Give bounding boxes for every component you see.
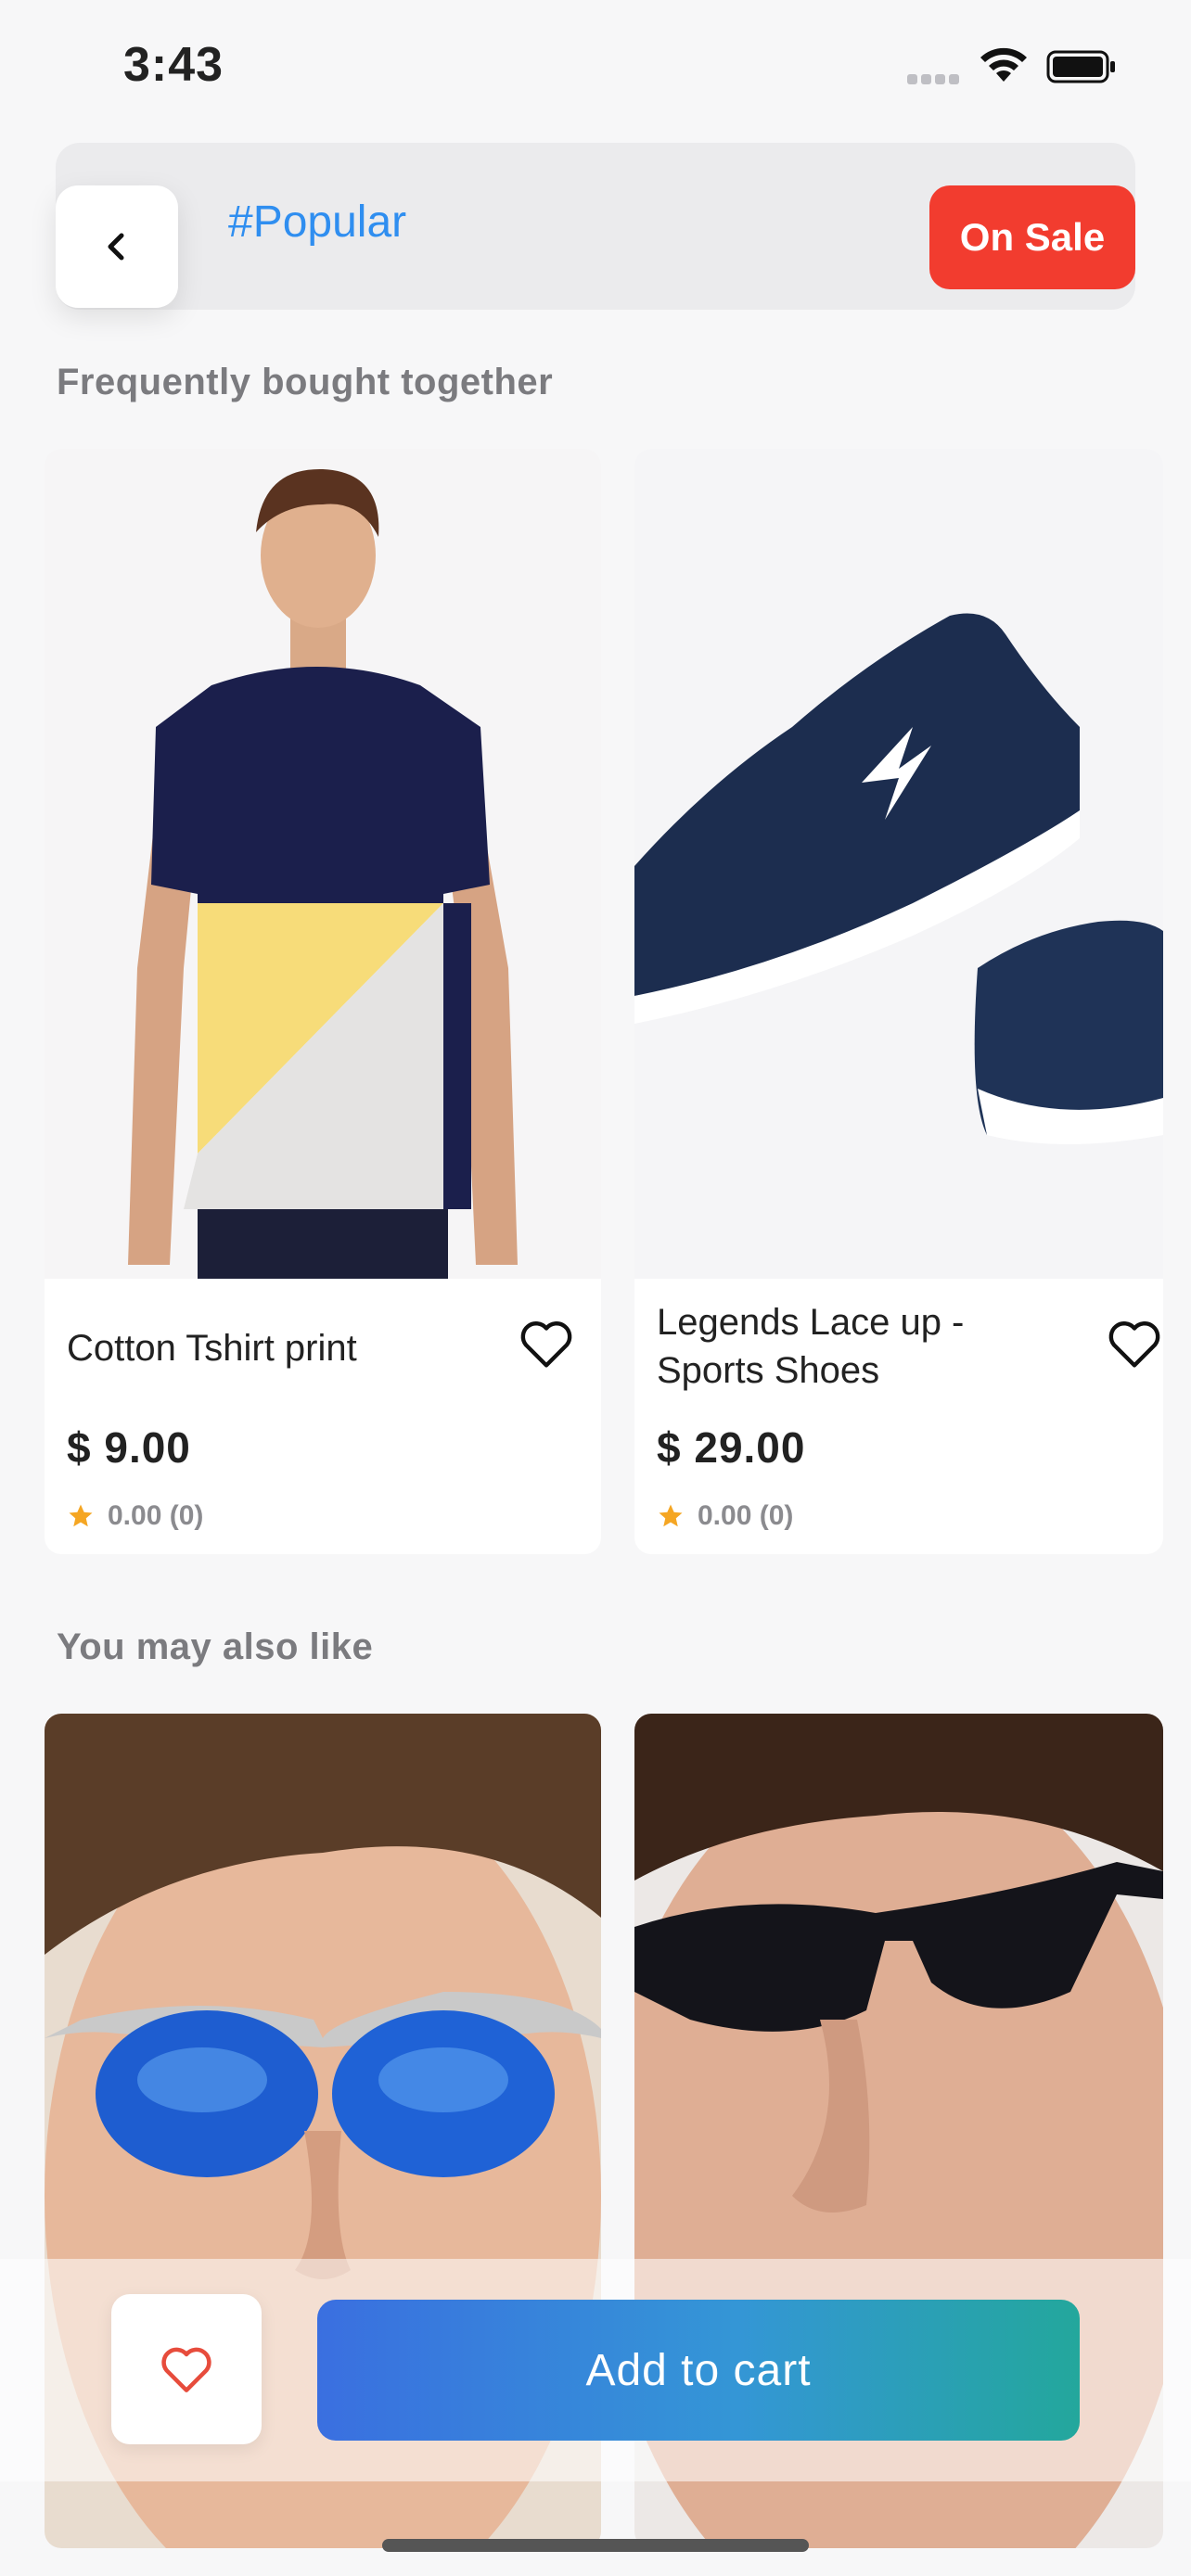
cellular-signal-icon bbox=[907, 72, 963, 84]
heart-outline-icon[interactable] bbox=[1104, 1313, 1163, 1374]
you-may-also-like-title: You may also like bbox=[57, 1626, 374, 1667]
wishlist-button[interactable] bbox=[111, 2294, 262, 2444]
chevron-left-icon bbox=[108, 233, 124, 261]
frequently-bought-title: Frequently bought together bbox=[57, 362, 554, 402]
product-card[interactable]: Cotton Tshirt print $ 9.00 0.00 (0) bbox=[45, 449, 601, 1554]
product-price: $ 29.00 bbox=[657, 1423, 806, 1472]
tag-popular[interactable]: #Popular bbox=[228, 197, 406, 248]
product-rating: 0.00 (0) bbox=[67, 1500, 203, 1532]
product-rating: 0.00 (0) bbox=[657, 1500, 793, 1532]
back-button[interactable] bbox=[56, 185, 178, 308]
heart-outline-icon bbox=[161, 2347, 211, 2392]
wifi-icon bbox=[980, 47, 1027, 82]
status-bar: 3:43 bbox=[0, 0, 1191, 130]
product-name: Legends Lace up - Sports Shoes bbox=[657, 1302, 965, 1391]
rating-text: 0.00 (0) bbox=[108, 1500, 204, 1531]
on-sale-badge[interactable]: On Sale bbox=[929, 185, 1135, 289]
battery-icon bbox=[1046, 50, 1115, 83]
heart-outline-icon[interactable] bbox=[516, 1313, 577, 1374]
star-icon bbox=[659, 1504, 683, 1527]
product-card[interactable]: Legends Lace up - Sports Shoes $ 29.00 0… bbox=[634, 449, 1163, 1554]
product-image-tshirt bbox=[45, 449, 601, 1279]
star-icon bbox=[69, 1504, 93, 1527]
rating-text: 0.00 (0) bbox=[698, 1500, 794, 1531]
product-image-shoes bbox=[634, 449, 1163, 1279]
add-to-cart-button[interactable]: Add to cart bbox=[317, 2300, 1080, 2441]
status-time: 3:43 bbox=[123, 38, 224, 92]
product-price: $ 9.00 bbox=[67, 1423, 191, 1472]
product-name: Cotton Tshirt print bbox=[67, 1328, 357, 1369]
home-indicator[interactable] bbox=[382, 2539, 809, 2552]
